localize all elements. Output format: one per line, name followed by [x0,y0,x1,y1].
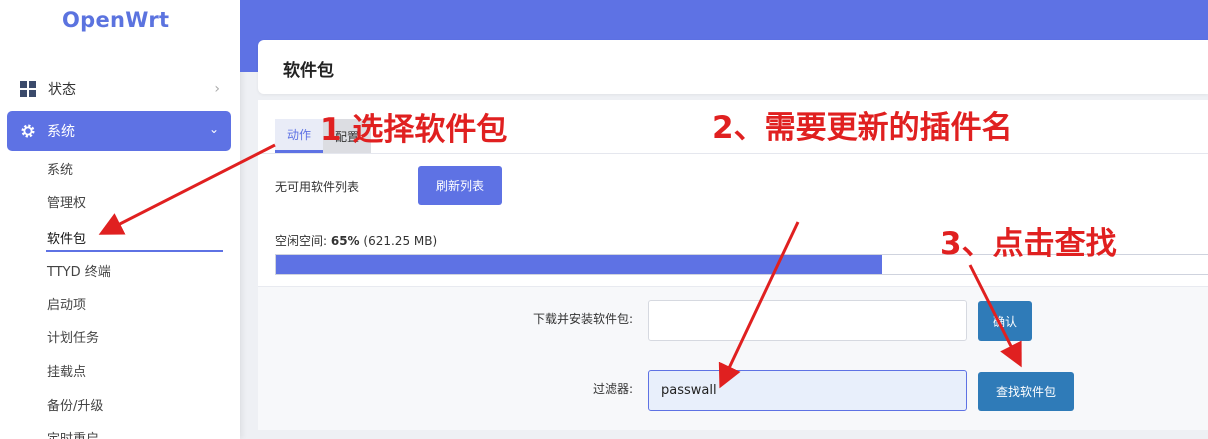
active-submenu-indicator [46,250,223,252]
packages-panel: 动作 配置 无可用软件列表 刷新列表 空闲空间: 65% (621.25 MB)… [258,100,1208,430]
no-package-list-text: 无可用软件列表 [275,180,360,194]
openwrt-logo[interactable]: OpenWrt [62,8,169,32]
submenu-item-admin[interactable]: 管理权 [47,192,86,211]
annotation-step3: 3、点击查找 [940,226,1117,262]
chevron-down-icon: ⌄ [208,122,219,136]
submenu-item-system[interactable]: 系统 [47,159,73,178]
filter-label: 过滤器: [592,382,633,396]
find-package-button[interactable]: 查找软件包 [978,372,1074,411]
gear-icon [21,124,35,138]
menu-item-status[interactable]: 状态 › [0,72,240,106]
annotation-step1: 1 选择软件包 [320,112,508,148]
free-space-text: 空闲空间: [275,234,331,248]
page-title-card: 软件包 [258,40,1208,94]
filter-input[interactable] [648,370,967,411]
free-space-percent: 65% [330,234,360,248]
submenu-item-backup[interactable]: 备份/升级 [47,395,103,414]
submenu-item-cron[interactable]: 计划任务 [47,327,99,346]
free-space-detail: (621.25 MB) [359,234,438,248]
install-form: 下载并安装软件包: 确认 过滤器: 查找软件包 [258,286,1208,430]
tab-actions[interactable]: 动作 [275,119,324,153]
menu-item-status-label: 状态 [48,82,76,98]
menu-item-system-label: 系统 [47,124,75,140]
submenu-item-packages[interactable]: 软件包 [47,228,86,247]
download-install-label: 下载并安装软件包: [532,312,633,326]
submenu-item-reboot[interactable]: 定时重启 [47,428,99,439]
free-space-label: 空闲空间: 65% (621.25 MB) [275,232,437,249]
dashboard-icon [20,81,36,97]
sidebar: OpenWrt 状态 › 系统 ⌄ 系统 管理权 软件包 TTYD 终端 启动项… [0,0,240,439]
submenu-item-startup[interactable]: 启动项 [47,294,86,313]
annotation-step2: 2、需要更新的插件名 [712,110,1013,146]
menu-item-system[interactable]: 系统 ⌄ [7,111,231,151]
chevron-right-icon: › [214,81,220,97]
submenu-item-ttyd[interactable]: TTYD 终端 [47,261,111,280]
page-title: 软件包 [283,61,334,81]
confirm-button[interactable]: 确认 [978,301,1032,341]
refresh-list-button[interactable]: 刷新列表 [418,166,502,205]
submenu-item-mounts[interactable]: 挂载点 [47,361,86,380]
download-package-input[interactable] [648,300,967,341]
free-space-progress-fill [276,255,882,274]
tab-divider [258,153,1208,154]
